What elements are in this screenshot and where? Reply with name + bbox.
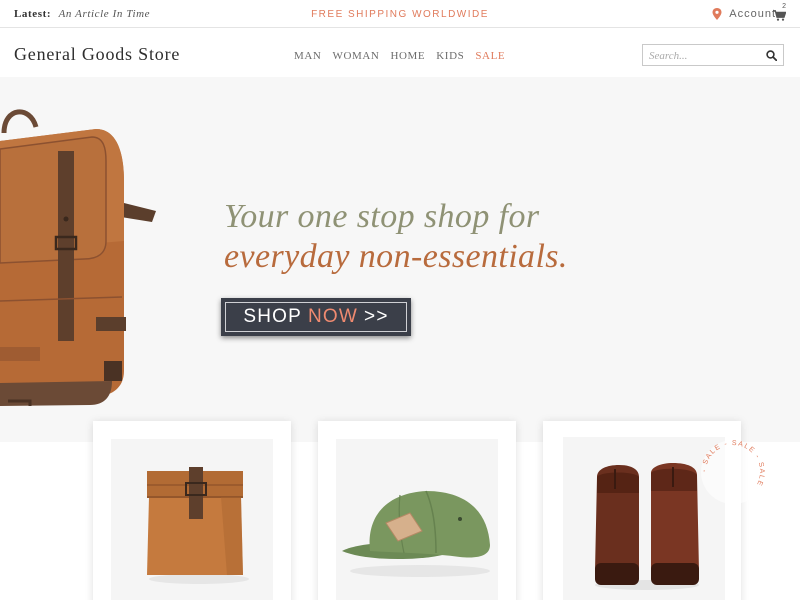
shop-now-button[interactable]: SHOP NOW >> [221, 298, 411, 336]
cap-icon [342, 490, 490, 577]
product-thumbnail [336, 439, 498, 600]
shipping-banner: FREE SHIPPING WORLDWIDE [311, 9, 489, 20]
product-card-cap[interactable] [318, 421, 516, 600]
nav-item-man[interactable]: MAN [294, 50, 321, 62]
paper-bag-icon [147, 467, 249, 584]
shop-now-label-now: NOW [308, 306, 359, 327]
backpack-image [0, 109, 156, 406]
product-thumbnail [111, 439, 273, 600]
shop-now-arrows: >> [364, 306, 389, 327]
cart-count-badge: 2 [782, 3, 786, 10]
search-input[interactable] [649, 48, 759, 63]
tagline-line-2: everyday non-essentials. [224, 238, 568, 275]
sale-stamp-badge: - SALE - SALE - SALE [701, 440, 765, 504]
search-icon[interactable] [766, 50, 777, 61]
shop-now-button-frame: SHOP NOW >> [225, 302, 407, 332]
search-box [642, 44, 784, 66]
account-label: Account [729, 8, 776, 20]
cart-icon[interactable] [773, 10, 786, 21]
top-bar: Latest: An Article In Time FREE SHIPPING… [0, 0, 800, 28]
nav-item-woman[interactable]: WOMAN [332, 50, 379, 62]
account-link[interactable]: Account [712, 8, 776, 20]
main-header: General Goods Store MAN WOMAN HOME KIDS … [0, 29, 800, 77]
boots-icon [595, 463, 699, 590]
nav-item-kids[interactable]: KIDS [436, 50, 464, 62]
product-card-bag[interactable] [93, 421, 291, 600]
nav-item-home[interactable]: HOME [390, 50, 425, 62]
location-pin-icon [712, 8, 722, 20]
main-nav: MAN WOMAN HOME KIDS SALE [294, 50, 505, 62]
nav-item-sale[interactable]: SALE [475, 50, 505, 62]
store-logo[interactable]: General Goods Store [14, 44, 180, 65]
shop-now-label-shop: SHOP [243, 306, 302, 327]
hero-tagline: Your one stop shop for everyday non-esse… [224, 197, 784, 277]
tagline-line-1: Your one stop shop for [224, 198, 540, 235]
hero-banner: Your one stop shop for everyday non-esse… [0, 77, 800, 442]
